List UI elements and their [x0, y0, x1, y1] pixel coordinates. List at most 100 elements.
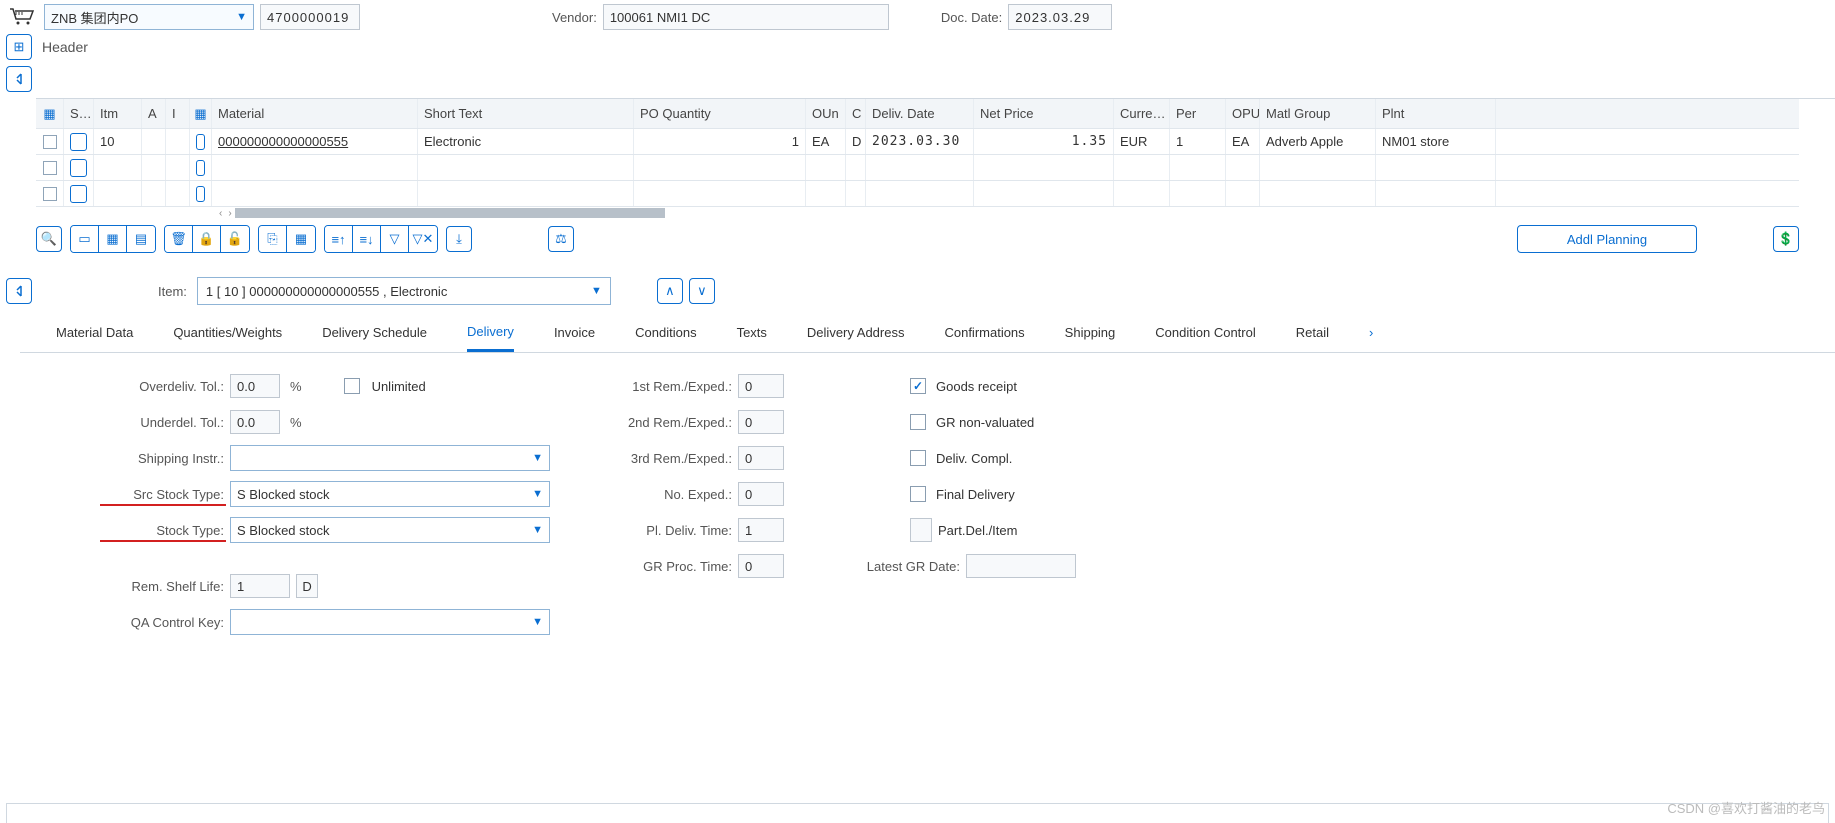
rem1-input[interactable]: 0 [738, 374, 784, 398]
shipping-instr-select[interactable]: ▼ [230, 445, 550, 471]
overdeliv-label: Overdeliv. Tol.: [60, 379, 224, 394]
scroll-left-icon[interactable]: ‹ [216, 208, 225, 219]
doc-date-input[interactable]: 2023.03.29 [1008, 4, 1112, 30]
balance-icon[interactable]: ⚖ [548, 226, 574, 252]
next-item-icon[interactable]: ∨ [689, 278, 715, 304]
rem-shelf-label: Rem. Shelf Life: [60, 579, 224, 594]
stock-type-select[interactable]: S Blocked stock▼ [230, 517, 550, 543]
delete-icon[interactable]: 🗑 [165, 226, 193, 252]
rem2-input[interactable]: 0 [738, 410, 784, 434]
item-select[interactable]: 1 [ 10 ] 000000000000000555 , Electronic… [197, 277, 611, 305]
pricing-icon[interactable]: 💲 [1773, 226, 1799, 252]
sort-desc-icon[interactable]: ≡↓ [353, 226, 381, 252]
final-delivery-checkbox[interactable] [910, 486, 926, 502]
filter-clear-icon[interactable]: ▽✕ [409, 226, 437, 252]
rem-shelf-unit[interactable]: D [296, 574, 318, 598]
tab-confirmations[interactable]: Confirmations [944, 315, 1024, 350]
gr-proc-input[interactable]: 0 [738, 554, 784, 578]
col-po-quantity: PO Quantity [634, 99, 806, 128]
layout-3-icon[interactable]: ▤ [127, 226, 155, 252]
layout-2-icon[interactable]: ▦ [99, 226, 127, 252]
goods-receipt-checkbox[interactable] [910, 378, 926, 394]
overdeliv-input[interactable]: 0.0 [230, 374, 280, 398]
collapse-item-icon[interactable] [6, 278, 32, 304]
filter-icon[interactable]: ▽ [381, 226, 409, 252]
latest-gr-input[interactable] [966, 554, 1076, 578]
shipping-instr-label: Shipping Instr.: [60, 451, 224, 466]
scrollbar-thumb[interactable] [235, 208, 665, 218]
status-box[interactable] [70, 185, 87, 203]
tabs-more-icon[interactable]: › [1369, 325, 1373, 340]
tab-condition-control[interactable]: Condition Control [1155, 315, 1255, 350]
watermark: CSDN @喜欢打酱油的老鸟 [1667, 798, 1825, 817]
collapse-icon[interactable] [6, 66, 32, 92]
underdel-input[interactable]: 0.0 [230, 410, 280, 434]
col-c: C [846, 99, 866, 128]
tab-retail[interactable]: Retail [1296, 315, 1329, 350]
tab-delivery-address[interactable]: Delivery Address [807, 315, 905, 350]
col-oun: OUn [806, 99, 846, 128]
material-selector-icon[interactable] [196, 160, 205, 176]
status-box[interactable] [70, 133, 87, 151]
table-row[interactable] [36, 181, 1799, 207]
tab-texts[interactable]: Texts [737, 315, 767, 350]
cell-short: Electronic [418, 129, 634, 154]
addl-planning-button[interactable]: Addl Planning [1517, 225, 1697, 253]
rem3-input[interactable]: 0 [738, 446, 784, 470]
item-label: Item: [158, 284, 187, 299]
chevron-down-icon: ▼ [591, 285, 602, 297]
cell-deliv: 2023.03.30 [866, 129, 974, 154]
tab-material-data[interactable]: Material Data [56, 315, 133, 350]
tab-delivery-schedule[interactable]: Delivery Schedule [322, 315, 427, 350]
row-select-checkbox[interactable] [43, 161, 57, 175]
export-icon[interactable]: ⤓ [446, 226, 472, 252]
lock-icon[interactable]: 🔒 [193, 226, 221, 252]
search-icon[interactable]: 🔍 [36, 226, 62, 252]
pl-deliv-input[interactable]: 1 [738, 518, 784, 542]
gr-nonval-checkbox[interactable] [910, 414, 926, 430]
src-stock-type-select[interactable]: S Blocked stock▼ [230, 481, 550, 507]
copy-icon[interactable]: ⎘ [259, 226, 287, 252]
deliv-compl-checkbox[interactable] [910, 450, 926, 466]
unlimited-label: Unlimited [372, 379, 426, 394]
qa-control-select[interactable]: ▼ [230, 609, 550, 635]
col-per: Per [1170, 99, 1226, 128]
final-delivery-label: Final Delivery [936, 487, 1015, 502]
rem-shelf-input[interactable]: 1 [230, 574, 290, 598]
sort-asc-icon[interactable]: ≡↑ [325, 226, 353, 252]
cell-plnt: NM01 store [1376, 129, 1496, 154]
unlimited-checkbox[interactable] [344, 378, 360, 394]
table-row[interactable] [36, 155, 1799, 181]
goods-receipt-label: Goods receipt [936, 379, 1017, 394]
scroll-right-icon[interactable]: › [225, 208, 234, 219]
material-selector-icon[interactable] [196, 134, 205, 150]
layout-1-icon[interactable]: ▭ [71, 226, 99, 252]
row-select-checkbox[interactable] [43, 187, 57, 201]
no-exped-input[interactable]: 0 [738, 482, 784, 506]
table-row[interactable]: 10 000000000000000555 Electronic 1 EA D … [36, 129, 1799, 155]
table-settings-icon[interactable]: ▦ [43, 106, 55, 122]
tab-invoice[interactable]: Invoice [554, 315, 595, 350]
unlock-icon[interactable]: 🔓 [221, 226, 249, 252]
col-currency: Curre… [1114, 99, 1170, 128]
tab-delivery[interactable]: Delivery [467, 314, 514, 352]
horizontal-scrollbar[interactable]: ‹ › [216, 207, 1799, 219]
prev-item-icon[interactable]: ∧ [657, 278, 683, 304]
percent-label: % [286, 415, 302, 430]
doc-date-label: Doc. Date: [941, 10, 1002, 25]
expand-header-icon[interactable]: ⊞ [6, 34, 32, 60]
cell-poq: 1 [634, 129, 806, 154]
tab-quantities-weights[interactable]: Quantities/Weights [173, 315, 282, 350]
po-number-input[interactable]: 4700000019 [260, 4, 360, 30]
tab-shipping[interactable]: Shipping [1065, 315, 1116, 350]
vendor-input[interactable]: 100061 NMI1 DC [603, 4, 889, 30]
document-type-select[interactable]: ZNB 集团内PO ▼ [44, 4, 254, 30]
material-selector-icon[interactable] [196, 186, 205, 202]
part-del-input[interactable] [910, 518, 932, 542]
row-select-checkbox[interactable] [43, 135, 57, 149]
status-box[interactable] [70, 159, 87, 177]
tab-conditions[interactable]: Conditions [635, 315, 696, 350]
column-menu-icon[interactable]: ▦ [194, 106, 206, 122]
grid-icon[interactable]: ▦ [287, 226, 315, 252]
material-link[interactable]: 000000000000000555 [218, 134, 348, 149]
